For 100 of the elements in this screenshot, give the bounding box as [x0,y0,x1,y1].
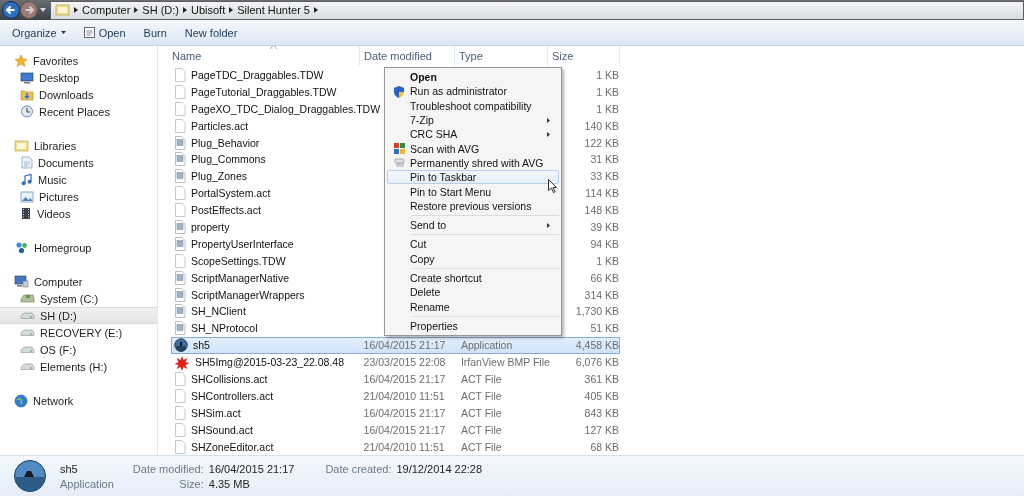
size-cell: 1 KB [596,102,619,115]
date-cell: 21/04/2010 11:51 [363,440,445,453]
menu-item[interactable]: Rename [387,299,559,314]
column-header[interactable]: Type [455,46,548,67]
file-row[interactable]: sh5 16/04/2015 21:17 Application 4,458 KB [171,336,620,354]
menu-item[interactable]: Create shortcut [387,270,559,286]
sidebar-item[interactable]: Downloads [0,86,157,103]
field-value: 19/12/2014 22:28 [396,462,483,475]
file-name[interactable]: SHCollisions.act [191,372,268,385]
menu-item[interactable]: CRC SHA [387,127,559,142]
breadcrumb[interactable]: SH (D:) [142,4,179,16]
sidebar-item[interactable]: Documents [0,154,157,171]
sidebar-item[interactable]: Desktop [0,69,157,86]
toolbar-button[interactable]: Open [76,24,133,41]
type-cell: ACT File [460,423,502,436]
back-icon[interactable] [2,1,20,19]
sidebar-item[interactable]: Elements (H:) [0,358,157,375]
menu-item[interactable]: Copy [387,251,559,266]
menu-item[interactable]: Pin to Start Menu [387,184,559,199]
toolbar-button[interactable]: New folder [177,24,245,41]
file-name[interactable]: PageTDC_Draggables.TDW [191,68,324,81]
sidebar-header[interactable]: Network [0,392,157,409]
file-name[interactable]: Plug_Behavior [191,136,260,149]
document-icon [20,156,33,169]
chevron-icon[interactable] [74,7,78,13]
sidebar-item[interactable]: System (C:) [0,290,157,307]
breadcrumb[interactable]: Ubisoft [190,4,226,16]
date-cell: 16/04/2015 21:17 [363,423,446,436]
type-cell: IrfanView BMP File [460,356,550,369]
menu-item[interactable]: Open [387,70,559,85]
breadcrumb[interactable]: Silent Hunter 5 [237,4,310,16]
file-name[interactable]: ScriptManagerNative [191,271,290,284]
sidebar-header[interactable]: Favorites [0,52,157,69]
sidebar-item[interactable]: Music [0,171,157,188]
forward-icon[interactable] [20,1,38,19]
menu-item[interactable]: Send to [387,217,559,233]
column-header[interactable]: Date modified [360,46,455,67]
file-name[interactable]: PostEffects.act [191,204,261,217]
address-bar[interactable]: Computer SH (D:) Ubisoft Silent Hunter 5 [50,0,1024,20]
chevron-icon[interactable] [229,7,234,13]
film-icon [20,207,32,220]
sidebar-item[interactable]: Pictures [0,188,157,205]
document-icon [174,101,186,116]
file-name[interactable]: PortalSystem.act [191,187,271,200]
file-name[interactable]: ScriptManagerWrappers [191,288,305,301]
file-name[interactable]: SH5Img@2015-03-23_22.08.48 [195,356,344,369]
field-label: Date modified: [132,462,204,475]
chevron-icon[interactable] [134,7,139,13]
sidebar-item[interactable]: RECOVERY (E:) [0,324,157,341]
file-name[interactable]: PropertyUserInterface [191,237,294,250]
menu-item[interactable]: Permanently shred with AVG [387,155,559,171]
toolbar-button[interactable]: Burn [136,24,174,41]
drive-icon [20,361,35,372]
toolbar-button[interactable]: Organize [5,24,73,41]
cursor-icon [548,179,557,193]
file-name[interactable]: SH_NProtocol [191,322,258,335]
menu-item[interactable]: Cut [387,237,559,252]
file-name[interactable]: Plug_Commons [191,153,266,166]
menu-item[interactable]: Troubleshoot compatibility [387,98,559,113]
file-name[interactable]: Plug_Zones [191,170,248,183]
file-name[interactable]: property [191,220,230,233]
sidebar-item[interactable]: Videos [0,205,157,222]
caret-icon[interactable] [40,8,46,12]
folder-icon [55,4,70,16]
file-name[interactable]: SHZoneEditor.act [191,440,274,453]
sidebar-item[interactable]: SH (D:) [0,307,157,324]
sidebar-header[interactable]: Homegroup [0,239,157,256]
column-header[interactable]: Name [158,46,360,67]
file-name[interactable]: SHSound.act [191,423,253,436]
field-label: Date created: [325,462,392,475]
file-name[interactable]: ScopeSettings.TDW [191,254,286,267]
file-name[interactable]: SH_NClient [191,305,246,318]
chevron-icon[interactable] [314,7,318,13]
size-cell: 51 KB [590,322,619,335]
file-name[interactable]: sh5 [193,339,210,352]
menu-item[interactable]: Delete [387,285,559,300]
sidebar-item[interactable]: Recent Places [0,103,157,120]
star-icon [14,53,28,68]
file-name[interactable]: PageTutorial_Draggables.TDW [191,85,337,98]
menu-item[interactable]: Run as administrator [387,84,559,99]
sidebar-item[interactable]: OS (F:) [0,341,157,358]
window-icon [83,27,95,38]
menu-item[interactable]: Pin to Taskbar [387,170,559,185]
menu-item[interactable]: 7-Zip [387,112,559,128]
file-name[interactable]: Particles.act [191,119,249,132]
size-cell: 39 KB [590,220,619,233]
app-thumbnail-icon [14,460,46,492]
column-header[interactable]: Size [548,46,620,67]
file-name[interactable]: SHSim.act [191,406,241,419]
chevron-icon[interactable] [182,7,187,13]
file-name[interactable]: PageXO_TDC_Dialog_Draggables.TDW [191,102,381,115]
type-cell: ACT File [460,440,502,453]
sidebar-header[interactable]: Computer [0,273,157,290]
file-name[interactable]: SHControllers.act [191,389,274,402]
sidebar-header[interactable]: Libraries [0,137,157,154]
breadcrumb[interactable]: Computer [82,4,131,16]
monitor-icon [20,71,34,84]
menu-item[interactable]: Restore previous versions [387,198,559,213]
menu-item[interactable]: Scan with AVG [387,141,559,156]
menu-item[interactable]: Properties [387,318,559,334]
